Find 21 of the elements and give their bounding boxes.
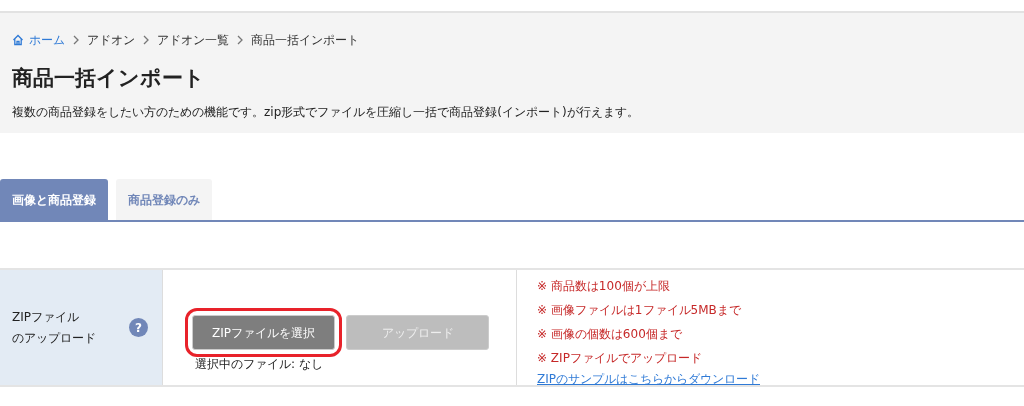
note-text: ※ 商品数は100個が上限 — [537, 278, 671, 295]
chevron-icon — [143, 35, 149, 45]
chevron-icon — [73, 35, 79, 45]
file-select-button[interactable]: ZIPファイルを選択 — [192, 315, 335, 350]
home-icon[interactable] — [12, 34, 24, 46]
note-text: ※ 画像ファイルは1ファイル5MBまで — [537, 302, 742, 319]
selected-file-text: 選択中のファイル: なし — [195, 356, 324, 373]
field-label: ZIPファイル のアップロード — [12, 308, 96, 347]
breadcrumb-item: アドオン一覧 — [157, 32, 229, 49]
breadcrumb-item: 商品一括インポート — [251, 32, 359, 49]
note-text: ※ 画像の個数は600個まで — [537, 326, 683, 343]
tab[interactable]: 商品登録のみ — [116, 179, 212, 220]
breadcrumb-item: アドオン — [87, 32, 135, 49]
page-description: 複数の商品登録をしたい方のための機能です。zip形式でファイルを圧縮し一括で商品登録(インポート)が行えます。 — [12, 103, 640, 121]
note-text: ※ ZIPファイルでアップロード — [537, 350, 703, 367]
tab[interactable]: 画像と商品登録 — [0, 179, 108, 220]
help-icon[interactable]: ? — [129, 318, 148, 337]
download-link[interactable]: ZIPのサンプルはこちらからダウンロード — [537, 372, 760, 386]
page-title: 商品一括インポート — [12, 65, 206, 92]
breadcrumb-link[interactable]: ホーム — [29, 31, 65, 49]
chevron-icon — [237, 35, 243, 45]
